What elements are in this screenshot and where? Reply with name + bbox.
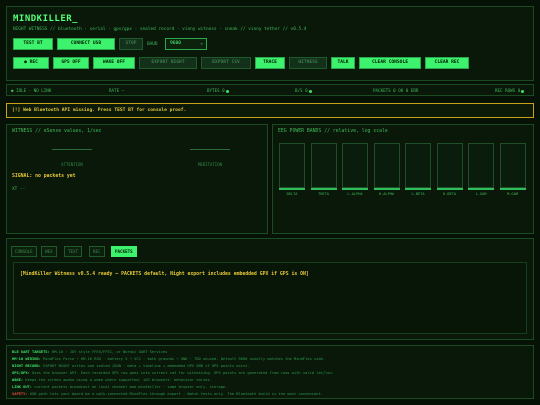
tab-rec[interactable]: REC: [89, 246, 105, 257]
trace-button[interactable]: TRACE: [255, 57, 285, 69]
info-value: MindFlex Force → HM-10 RXD · battery 5 →…: [43, 357, 326, 361]
band-label: H-BETA: [443, 192, 456, 196]
export-night-button[interactable]: EXPORT NIGHT: [139, 57, 197, 69]
band-label: THETA: [318, 192, 329, 196]
rec-rows-status: REC ROWS 0: [495, 88, 525, 93]
tab-packets[interactable]: PACKETS: [111, 246, 137, 257]
packets-status: PACKETS 0 OK 0 ERR: [373, 88, 419, 93]
talk-button[interactable]: TALK: [331, 57, 355, 69]
export-csv-button[interactable]: EXPORT CSV: [201, 57, 251, 69]
band-level: [436, 188, 463, 190]
band-column: [310, 143, 337, 188]
signal-status: SIGNAL: no packets yet: [12, 174, 76, 179]
info-line: GPS/GPX: Uses the browser API. Each reco…: [12, 371, 334, 375]
xt-value: XT --: [12, 187, 26, 192]
band-label: M-GAM: [507, 192, 518, 196]
console-output: [MindKiller Witness v0.5.4 ready — PACKE…: [13, 262, 527, 334]
witness-panel: WITNESS // eSense values, 1/sec ATTENTIO…: [6, 124, 268, 234]
baud-label: BAUD: [147, 42, 158, 47]
info-line: LINK OUT: current packets broadcast on l…: [12, 385, 227, 389]
status-dot-icon: [308, 89, 312, 93]
console-line: [MindKiller Witness v0.5.4 ready — PACKE…: [20, 272, 309, 277]
rate-status: RATE —: [109, 88, 125, 93]
baud-value: 9600: [170, 41, 182, 47]
status-dot-icon: [521, 89, 525, 93]
info-key: HM-10 WIRING:: [12, 357, 41, 361]
baud-select[interactable]: 9600 ⌄: [165, 38, 207, 50]
info-value: USB path lets your board be a walk-conne…: [29, 392, 323, 396]
tab-hex[interactable]: HEX: [41, 246, 57, 257]
tab-console[interactable]: CONSOLE: [11, 246, 37, 257]
band-level: [373, 188, 400, 190]
eeg-title: EEG POWER BANDS // relative, log scale: [278, 129, 388, 134]
band-level: [468, 188, 494, 190]
info-value: Uses the browser API. Each recorded GPS …: [32, 371, 334, 375]
band-column: [373, 143, 400, 188]
info-key: BLE UART TARGETS:: [12, 350, 50, 354]
band-label: L-ALPHA: [347, 192, 363, 196]
band-column: [342, 143, 368, 188]
eeg-panel: EEG POWER BANDS // relative, log scale D…: [272, 124, 534, 234]
info-value: HM-10 · JDY style FFE0/FFE1, or Nordic U…: [51, 350, 168, 354]
info-key: NIGHT RECORD:: [12, 364, 41, 368]
info-value: EXPORT NIGHT writes one sealed JSON · me…: [43, 364, 250, 368]
info-line: SAFETY: USB path lets your board be a wa…: [12, 392, 323, 396]
clear-rec-button[interactable]: CLEAR REC: [425, 57, 469, 69]
info-line: HM-10 WIRING: MindFlex Force → HM-10 RXD…: [12, 357, 325, 361]
app-title: MINDKILLER_: [13, 14, 79, 24]
band-label: L-BETA: [411, 192, 425, 196]
meditation-label: MEDITATION: [197, 162, 223, 167]
info-panel: BLE UART TARGETS: HM-10 · JDY style FFE0…: [6, 345, 534, 399]
connect-usb-button[interactable]: CONNECT USB: [57, 38, 115, 50]
band-label: H-ALPHA: [378, 192, 395, 196]
wake-off-button[interactable]: WAKE OFF: [93, 57, 135, 69]
attention-label: ATTENTION: [61, 162, 83, 167]
status-bar: ● IDLE · NO LINK RATE — BYTES 0 B/S 0 PA…: [6, 84, 534, 96]
info-key: WAKE:: [12, 378, 24, 382]
link-status: ● IDLE · NO LINK: [11, 88, 52, 93]
witness-title: WITNESS // eSense values, 1/sec: [12, 129, 102, 134]
gps-off-button[interactable]: GPS OFF: [53, 57, 89, 69]
band-level: [310, 188, 337, 190]
chevron-down-icon: ⌄: [200, 41, 203, 47]
info-line: WAKE: Keeps the screen awake using a wak…: [12, 378, 212, 382]
clear-console-button[interactable]: CLEAR CONSOLE: [359, 57, 421, 69]
band-level: [499, 188, 526, 190]
test-bt-button[interactable]: TEST BT: [13, 38, 53, 50]
control-panel: MINDKILLER_ NIGHT WITNESS // bluetooth ·…: [6, 6, 534, 81]
info-line: NIGHT RECORD: EXPORT NIGHT writes one se…: [12, 364, 250, 368]
output-area: CONSOLE HEX TEXT REC PACKETS [MindKiller…: [6, 238, 534, 340]
meditation-meter: [190, 149, 230, 150]
bluetooth-warning: [!] Web Bluetooth API missing. Press TES…: [6, 103, 534, 118]
witness-button[interactable]: WITNESS: [289, 57, 327, 69]
bs-status: B/S 0: [295, 88, 312, 93]
band-column: [279, 143, 305, 188]
attention-meter: [52, 149, 92, 150]
band-label: DELTA: [286, 192, 298, 196]
band-level: [279, 188, 305, 190]
info-value: Keeps the screen awake using a wake wher…: [25, 378, 212, 382]
band-label: L-GAM: [475, 192, 487, 196]
info-key: LINK OUT:: [12, 385, 32, 389]
stop-button[interactable]: STOP: [119, 38, 143, 50]
status-dot-icon: [225, 89, 229, 93]
band-column: [499, 143, 526, 188]
rec-button[interactable]: ● REC: [13, 57, 49, 69]
tab-text[interactable]: TEXT: [64, 246, 83, 257]
info-line: BLE UART TARGETS: HM-10 · JDY style FFE0…: [12, 350, 167, 354]
band-level: [342, 188, 368, 190]
app-subtitle: NIGHT WITNESS // bluetooth · serial · gp…: [13, 27, 307, 32]
band-column: [436, 143, 463, 188]
band-level: [405, 188, 431, 190]
bytes-status: BYTES 0: [207, 88, 229, 93]
info-key: GPS/GPX:: [12, 371, 30, 375]
band-column: [405, 143, 431, 188]
band-column: [468, 143, 494, 188]
info-value: current packets broadcast on local chann…: [34, 385, 228, 389]
info-key: SAFETY:: [12, 392, 28, 396]
